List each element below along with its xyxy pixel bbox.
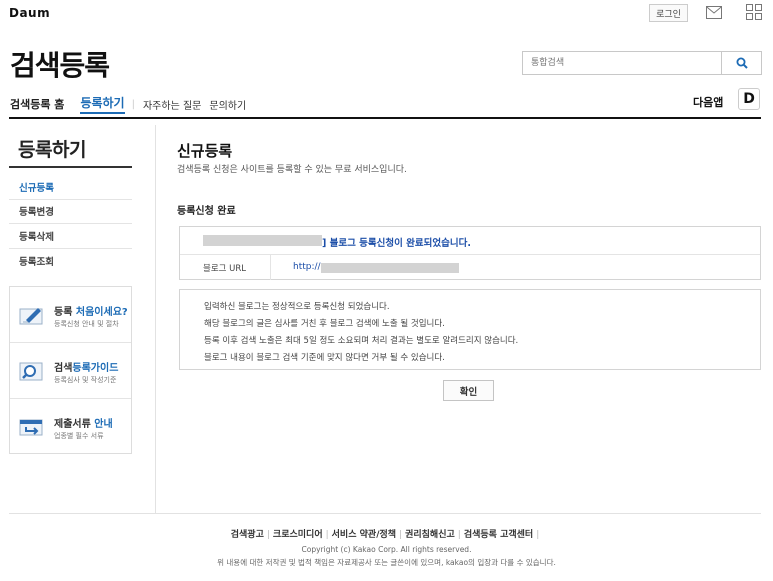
content-description: 검색등록 신청은 사이트를 등록할 수 있는 무료 서비스입니다. xyxy=(177,165,407,175)
header-divider xyxy=(9,117,761,119)
nav-separator: | xyxy=(131,98,135,110)
nav-faq[interactable]: 자주하는 질문 xyxy=(143,97,201,112)
footer-link-rights-report[interactable]: 권리침해신고 xyxy=(405,530,455,540)
sidebar-item-lookup[interactable]: 등록조회 xyxy=(9,249,132,274)
nav-register[interactable]: 등록하기 xyxy=(80,94,125,114)
notice-line: 입력하신 블로그는 정상적으로 등록신청 되었습니다. xyxy=(204,302,390,312)
section-title: 등록신청 완료 xyxy=(177,206,236,217)
sidebar-promo-box: 등록 처음이세요? 등록신청 안내 및 절차 검색등록가이드 등록심사 및 작성… xyxy=(9,286,132,454)
nav-contact[interactable]: 문의하기 xyxy=(209,97,246,112)
url-label: 블로그 URL xyxy=(180,255,271,280)
promo-documents[interactable]: 제출서류 안내 업종별 필수 서류 xyxy=(10,399,131,455)
promo-title: 검색등록가이드 xyxy=(54,363,119,374)
column-divider xyxy=(155,125,156,513)
footer-separator: | xyxy=(266,530,270,540)
promo-subtitle: 등록심사 및 작성기준 xyxy=(54,376,117,384)
footer-separator: | xyxy=(325,530,329,540)
promo-title: 제출서류 안내 xyxy=(54,419,113,430)
disclaimer: 위 내용에 대한 저작권 및 법적 책임은 자료제공사 또는 글쓴이에 있으며,… xyxy=(217,558,556,567)
footer-separator: | xyxy=(457,530,461,540)
search-icon xyxy=(736,57,748,69)
global-nav: 검색등록 홈 등록하기 | 자주하는 질문 문의하기 xyxy=(10,94,254,114)
redacted-url xyxy=(321,263,459,273)
notice-box: 입력하신 블로그는 정상적으로 등록신청 되었습니다. 해당 블로그의 글은 심… xyxy=(179,289,761,370)
notice-line: 블로그 내용이 블로그 검색 기준에 맞지 않다면 거부 될 수 있습니다. xyxy=(204,353,445,363)
result-message-row: ] 블로그 등록신청이 완료되었습니다. xyxy=(180,227,760,255)
confirm-button[interactable]: 확인 xyxy=(443,380,494,401)
result-message: ] 블로그 등록신청이 완료되었습니다. xyxy=(322,238,471,249)
tray-arrow-icon xyxy=(19,419,43,436)
sidebar-item-delete[interactable]: 등록삭제 xyxy=(9,224,132,249)
footer-link-cross-media[interactable]: 크로스미디어 xyxy=(273,530,323,540)
daum-logo[interactable]: Daum xyxy=(9,6,50,20)
login-button[interactable]: 로그인 xyxy=(649,4,688,22)
footer-link-support[interactable]: 검색등록 고객센터 xyxy=(464,530,533,540)
notice-line: 해당 블로그의 글은 심사를 거친 후 블로그 검색에 노출 될 것입니다. xyxy=(204,319,445,329)
result-url-row: 블로그 URL http:// xyxy=(180,255,760,280)
pencil-doc-icon xyxy=(19,308,43,325)
search-box xyxy=(522,51,722,75)
search-input[interactable] xyxy=(523,52,721,74)
footer-divider xyxy=(9,513,761,514)
magnifier-doc-icon xyxy=(19,362,43,381)
app-grid-icon[interactable] xyxy=(746,4,762,20)
redacted-blog-name xyxy=(203,235,322,246)
promo-guide[interactable]: 검색등록가이드 등록심사 및 작성기준 xyxy=(10,343,131,399)
mail-icon[interactable] xyxy=(706,6,722,19)
footer-link-search-ads[interactable]: 검색광고 xyxy=(231,530,264,540)
notice-line: 등록 이후 검색 노출은 최대 5일 정도 소요되며 처리 결과는 별도로 알려… xyxy=(204,336,519,346)
registration-result-table: ] 블로그 등록신청이 완료되었습니다. 블로그 URL http:// xyxy=(179,226,761,280)
blog-url-link[interactable]: http:// xyxy=(293,262,321,272)
promo-subtitle: 업종별 필수 서류 xyxy=(54,432,104,440)
search-button[interactable] xyxy=(722,51,762,75)
footer-links: 검색광고 | 크로스미디어 | 서비스 약관/정책 | 권리침해신고 | 검색등록 고객센터 | xyxy=(0,527,773,540)
footer-separator: | xyxy=(399,530,403,540)
promo-subtitle: 등록신청 안내 및 절차 xyxy=(54,320,119,328)
daum-app-icon[interactable]: D xyxy=(738,88,760,110)
promo-title: 등록 처음이세요? xyxy=(54,307,128,318)
sidebar-menu: 신규등록 등록변경 등록삭제 등록조회 xyxy=(9,175,132,273)
daum-app-link[interactable]: 다음앱 xyxy=(693,94,723,110)
promo-first-time[interactable]: 등록 처음이세요? 등록신청 안내 및 절차 xyxy=(10,287,131,343)
sidebar-divider xyxy=(9,166,132,168)
nav-home[interactable]: 검색등록 홈 xyxy=(10,96,64,112)
sidebar-title: 등록하기 xyxy=(18,139,86,161)
footer-separator: | xyxy=(536,530,540,540)
content-title: 신규등록 xyxy=(177,142,233,160)
footer-link-terms[interactable]: 서비스 약관/정책 xyxy=(332,530,396,540)
sidebar-item-change[interactable]: 등록변경 xyxy=(9,200,132,224)
copyright: Copyright (c) Kakao Corp. All rights res… xyxy=(301,545,472,554)
page-title[interactable]: 검색등록 xyxy=(10,44,110,84)
sidebar-item-new[interactable]: 신규등록 xyxy=(9,175,132,200)
